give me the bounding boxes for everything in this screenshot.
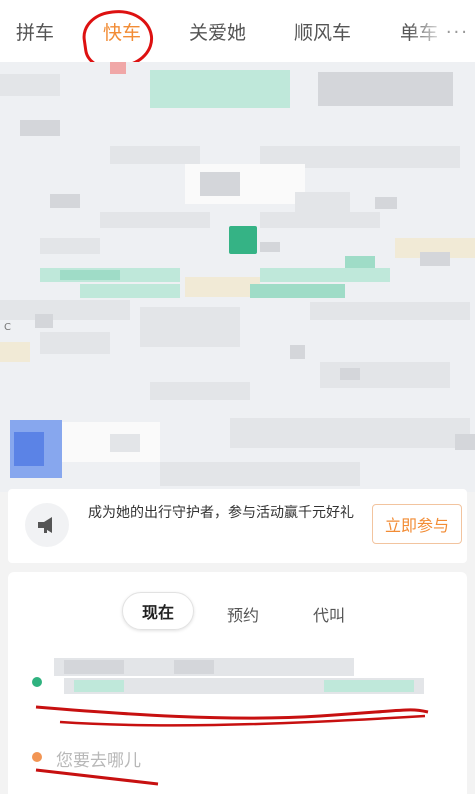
map-edge-label: C [4, 322, 11, 333]
pickup-field[interactable] [54, 658, 424, 706]
tab-care-for-her[interactable]: 关爱她 [189, 18, 246, 45]
destination-dot-icon [32, 752, 42, 762]
ride-type-tabbar: 拼车 快车 关爱她 顺风车 单车 ··· [0, 0, 475, 73]
promo-banner[interactable]: 成为她的出行守护者，参与活动赢千元好礼 立即参与 [8, 489, 467, 563]
segment-reserve[interactable]: 预约 [227, 602, 259, 626]
map-view[interactable]: C [0, 62, 475, 492]
promo-text: 成为她的出行守护者，参与活动赢千元好礼 [88, 505, 354, 521]
segment-now[interactable]: 现在 [122, 592, 194, 630]
destination-input[interactable]: 您要去哪儿 [56, 746, 141, 771]
segment-call-for-others[interactable]: 代叫 [313, 602, 345, 626]
map-pin-icon [229, 226, 257, 254]
tab-express[interactable]: 快车 [103, 18, 141, 45]
order-panel: 现在 预约 代叫 您要去哪儿 [8, 572, 467, 794]
join-now-button[interactable]: 立即参与 [372, 504, 462, 544]
more-icon[interactable]: ··· [446, 22, 469, 43]
pickup-dot-icon [32, 677, 42, 687]
tab-hitch-ride[interactable]: 顺风车 [294, 18, 351, 45]
tab-bike[interactable]: 单车 [400, 18, 438, 45]
tab-carpool[interactable]: 拼车 [16, 18, 54, 45]
megaphone-icon [25, 503, 69, 547]
